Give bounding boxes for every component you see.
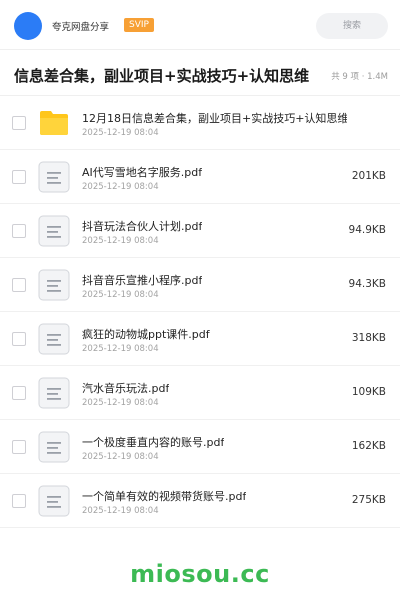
file-name: 抖音玩法合伙人计划.pdf bbox=[82, 220, 203, 233]
file-size: 162KB bbox=[351, 440, 386, 452]
svip-badge: SVIP bbox=[124, 18, 154, 32]
file-size: 275KB bbox=[351, 494, 386, 506]
row-checkbox[interactable] bbox=[12, 278, 26, 292]
file-row[interactable]: 疯狂的动物城ppt课件.pdf 2025-12-19 08:04 318KB bbox=[0, 312, 400, 366]
file-date: 2025-12-19 08:04 bbox=[82, 506, 159, 516]
file-date: 2025-12-19 08:04 bbox=[82, 398, 159, 408]
file-date: 2025-12-19 08:04 bbox=[82, 182, 159, 192]
file-row[interactable]: 抖音音乐宣推小程序.pdf 2025-12-19 08:04 94.3KB bbox=[0, 258, 400, 312]
file-name: 12月18日信息差合集，副业项目+实战技巧+认知思维 bbox=[82, 112, 347, 125]
document-icon bbox=[38, 377, 70, 409]
file-name: 汽水音乐玩法.pdf bbox=[82, 382, 170, 395]
file-date: 2025-12-19 08:04 bbox=[82, 344, 159, 354]
row-checkbox[interactable] bbox=[12, 332, 26, 346]
folder-icon bbox=[38, 107, 70, 139]
document-icon bbox=[38, 485, 70, 517]
row-checkbox[interactable] bbox=[12, 224, 26, 238]
file-size: 94.3KB bbox=[348, 278, 386, 290]
file-row[interactable]: 一个极度垂直内容的账号.pdf 2025-12-19 08:04 162KB bbox=[0, 420, 400, 474]
file-row[interactable]: 12月18日信息差合集，副业项目+实战技巧+认知思维 2025-12-19 08… bbox=[0, 96, 400, 150]
row-checkbox[interactable] bbox=[12, 170, 26, 184]
top-bar: 夸克网盘分享 SVIP 搜索 bbox=[0, 0, 400, 50]
file-name: 疯狂的动物城ppt课件.pdf bbox=[82, 328, 210, 341]
row-checkbox[interactable] bbox=[12, 440, 26, 454]
avatar[interactable] bbox=[14, 12, 42, 40]
search-input[interactable]: 搜索 bbox=[316, 13, 388, 39]
file-size: 318KB bbox=[351, 332, 386, 344]
file-date: 2025-12-19 08:04 bbox=[82, 128, 159, 138]
folder-header: 信息差合集，副业项目+实战技巧+认知思维 共 9 项 · 1.4M bbox=[0, 50, 400, 96]
document-icon bbox=[38, 269, 70, 301]
file-date: 2025-12-19 08:04 bbox=[82, 236, 159, 246]
file-date: 2025-12-19 08:04 bbox=[82, 452, 159, 462]
file-row[interactable]: 汽水音乐玩法.pdf 2025-12-19 08:04 109KB bbox=[0, 366, 400, 420]
row-checkbox[interactable] bbox=[12, 494, 26, 508]
file-size: 201KB bbox=[351, 170, 386, 182]
file-list: 12月18日信息差合集，副业项目+实战技巧+认知思维 2025-12-19 08… bbox=[0, 96, 400, 528]
file-name: 抖音音乐宣推小程序.pdf bbox=[82, 274, 203, 287]
file-row[interactable]: 抖音玩法合伙人计划.pdf 2025-12-19 08:04 94.9KB bbox=[0, 204, 400, 258]
file-name: 一个极度垂直内容的账号.pdf bbox=[82, 436, 225, 449]
file-name: AI代写雪地名字服务.pdf bbox=[82, 166, 203, 179]
document-icon bbox=[38, 215, 70, 247]
file-row[interactable]: 一个简单有效的视频带货账号.pdf 2025-12-19 08:04 275KB bbox=[0, 474, 400, 528]
file-size: 109KB bbox=[351, 386, 386, 398]
file-date: 2025-12-19 08:04 bbox=[82, 290, 159, 300]
document-icon bbox=[38, 161, 70, 193]
file-name: 一个简单有效的视频带货账号.pdf bbox=[82, 490, 247, 503]
file-row[interactable]: AI代写雪地名字服务.pdf 2025-12-19 08:04 201KB bbox=[0, 150, 400, 204]
row-checkbox[interactable] bbox=[12, 386, 26, 400]
document-icon bbox=[38, 323, 70, 355]
watermark: miosou.cc bbox=[130, 560, 270, 588]
document-icon bbox=[38, 431, 70, 463]
folder-meta: 共 9 项 · 1.4M bbox=[331, 72, 388, 82]
username: 夸克网盘分享 bbox=[52, 22, 110, 33]
page-title: 信息差合集，副业项目+实战技巧+认知思维 bbox=[14, 67, 310, 85]
row-checkbox[interactable] bbox=[12, 116, 26, 130]
file-size: 94.9KB bbox=[348, 224, 386, 236]
